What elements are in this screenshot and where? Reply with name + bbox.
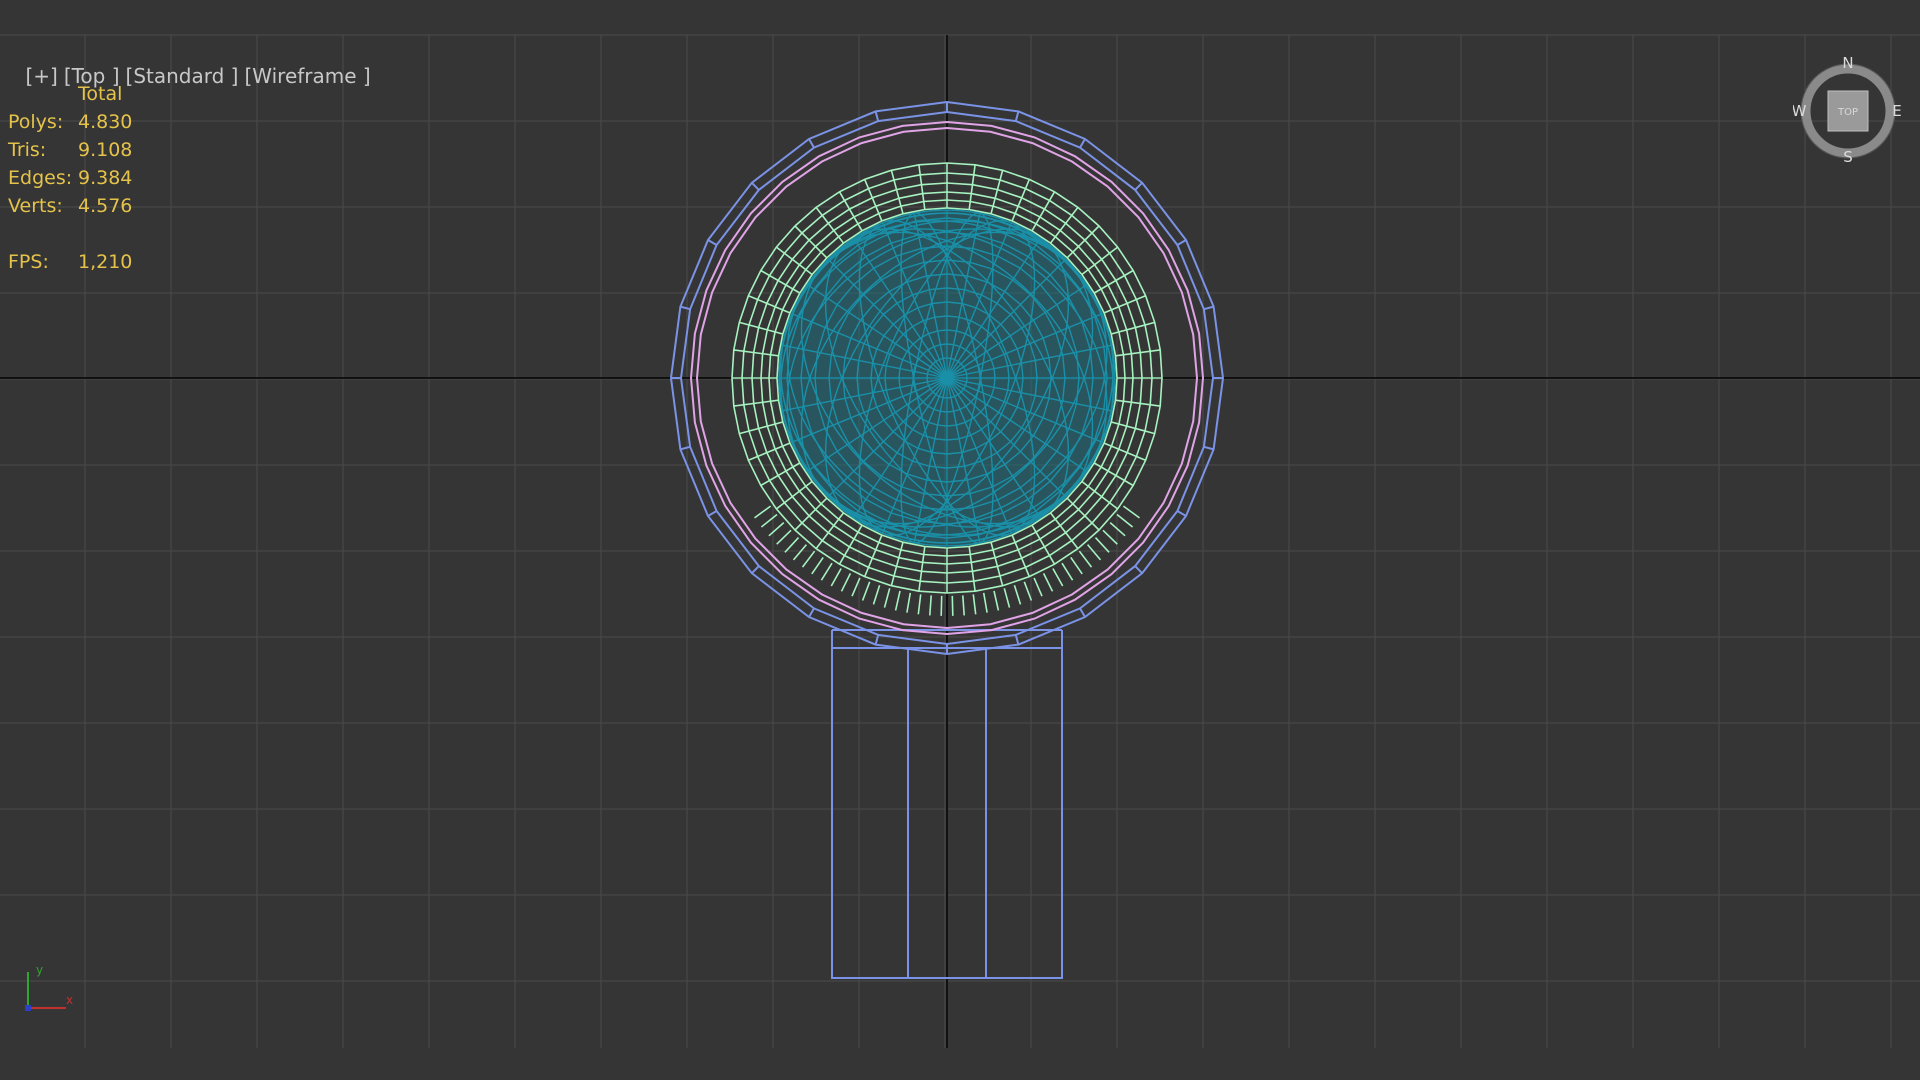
stat-row-verts: Verts: 4.576: [8, 192, 132, 220]
stat-value: 1,210: [78, 251, 133, 273]
stats-header: Total: [78, 83, 123, 105]
compass-south[interactable]: S: [1843, 148, 1853, 166]
stat-key: Polys:: [8, 111, 64, 133]
statistics-overlay: Total Polys: 4.830 Tris: 9.108 Edges: 9.…: [8, 80, 132, 276]
stat-row-edges: Edges: 9.384: [8, 164, 132, 192]
axis-x-label: x: [66, 993, 73, 1007]
stat-value: 9.108: [78, 139, 133, 161]
wireframe-scene[interactable]: [0, 0, 1920, 1080]
compass-east[interactable]: E: [1892, 102, 1901, 120]
stat-key: Tris:: [8, 139, 47, 161]
stat-key: FPS:: [8, 251, 49, 273]
compass-west[interactable]: W: [1793, 102, 1807, 120]
axis-tripod: y x: [25, 963, 73, 1011]
inner-sphere-mesh: [778, 209, 1116, 547]
axis-z-marker: [25, 1005, 31, 1011]
stat-value: 9.384: [78, 167, 133, 189]
viewport-display-menu[interactable]: [Wireframe ]: [244, 64, 370, 88]
stat-value: 4.576: [78, 195, 133, 217]
stat-value: 4.830: [78, 111, 133, 133]
viewport-shading-menu[interactable]: [Standard ]: [126, 64, 239, 88]
viewport[interactable]: [+] [Top ] [Standard ] [Wireframe ] Total P…: [0, 0, 1920, 1080]
stat-key: Edges:: [8, 167, 73, 189]
viewcube[interactable]: TOP N S E W: [1793, 56, 1903, 166]
stat-row-polys: Polys: 4.830: [8, 108, 132, 136]
compass-north[interactable]: N: [1842, 56, 1853, 72]
stat-row-fps: FPS: 1,210: [8, 248, 132, 276]
stat-row-tris: Tris: 9.108: [8, 136, 132, 164]
axis-y-label: y: [36, 963, 43, 977]
viewcube-face-label: TOP: [1837, 107, 1858, 118]
stat-key: Verts:: [8, 195, 63, 217]
